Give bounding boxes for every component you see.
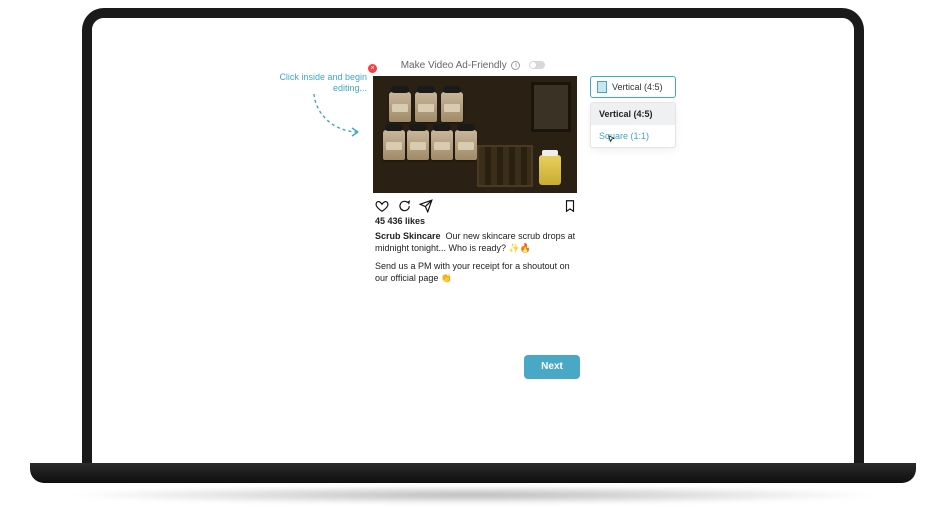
laptop-frame: Make Video Ad-Friendly i Click inside an… <box>82 8 864 463</box>
option-square[interactable]: Square (1:1) <box>591 125 675 147</box>
caption-text-2[interactable]: Send us a PM with your receipt for a sho… <box>373 260 579 284</box>
ad-friendly-toggle[interactable] <box>529 61 545 69</box>
cursor-icon <box>607 135 617 148</box>
laptop-base <box>30 463 916 483</box>
post-actions <box>373 193 579 216</box>
bookmark-icon[interactable] <box>563 199 577 213</box>
header-label: Make Video Ad-Friendly <box>401 60 507 71</box>
hint-arrow <box>308 90 368 145</box>
next-button[interactable]: Next <box>524 355 580 379</box>
edit-hint: Click inside and begin editing... × <box>277 72 367 94</box>
decor-crate <box>477 145 533 187</box>
comment-icon[interactable] <box>397 199 411 213</box>
option-vertical[interactable]: Vertical (4:5) <box>591 103 675 125</box>
decor-jar <box>539 155 561 185</box>
info-icon[interactable]: i <box>511 61 520 70</box>
app-screen: Make Video Ad-Friendly i Click inside an… <box>92 18 854 463</box>
post-caption[interactable]: Scrub Skincare Our new skincare scrub dr… <box>373 230 579 260</box>
likes-count: 45 436 likes <box>373 216 579 230</box>
heart-icon[interactable] <box>375 199 389 213</box>
hint-text: Click inside and begin editing... <box>279 72 367 93</box>
aspect-ratio-selected[interactable]: Vertical (4:5) <box>590 76 676 98</box>
send-icon[interactable] <box>419 199 433 213</box>
aspect-ratio-control: Vertical (4:5) Vertical (4:5) Square (1:… <box>590 76 676 148</box>
decor-frame <box>531 82 571 132</box>
aspect-ratio-menu: Vertical (4:5) Square (1:1) <box>590 102 676 148</box>
post-media[interactable] <box>373 76 577 193</box>
header-row: Make Video Ad-Friendly i <box>92 60 854 71</box>
selected-label: Vertical (4:5) <box>612 82 663 92</box>
post-username: Scrub Skincare <box>375 231 441 241</box>
ratio-preview-icon <box>597 81 607 93</box>
post-preview[interactable]: 45 436 likes Scrub Skincare Our new skin… <box>373 76 579 284</box>
close-icon[interactable]: × <box>368 64 377 73</box>
laptop-shadow <box>60 486 886 504</box>
